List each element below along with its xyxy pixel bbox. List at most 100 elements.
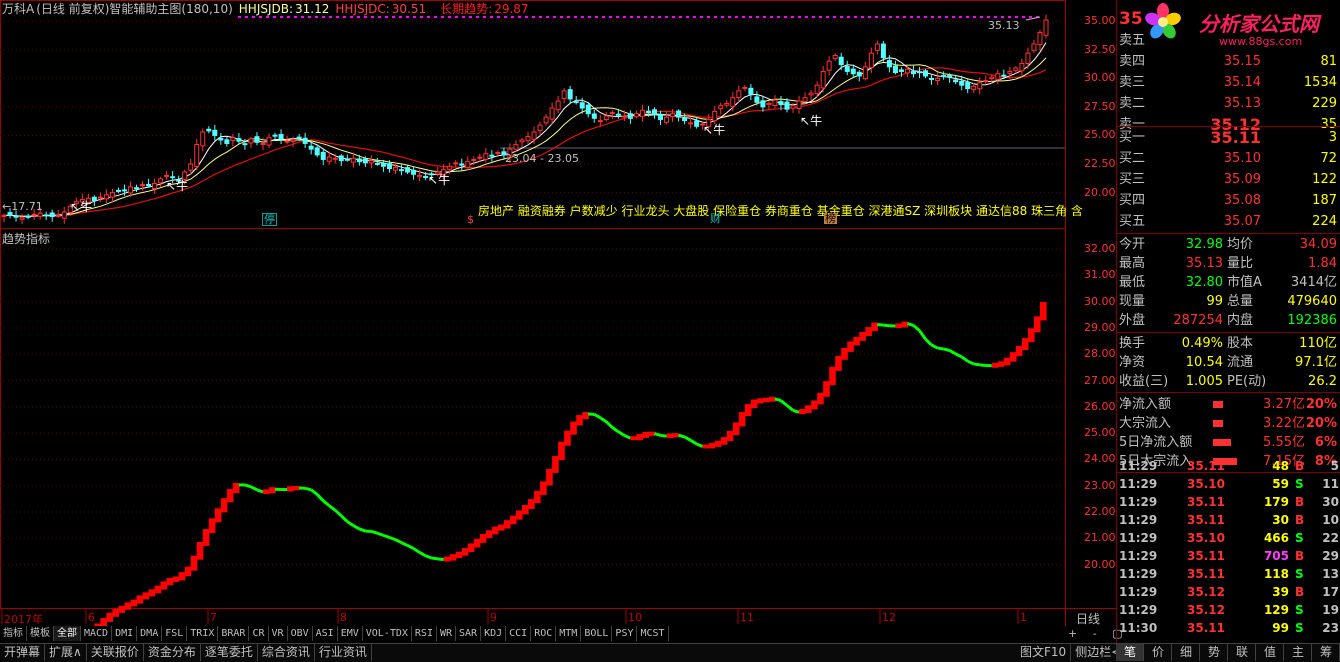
trend-segment <box>883 325 889 326</box>
bottom-button[interactable]: 综合资讯 <box>258 644 315 661</box>
nav-tab[interactable]: 筹 <box>1312 644 1340 661</box>
trend-segment <box>763 398 770 403</box>
tick-count: 13 <box>1322 565 1339 583</box>
tick-side: B <box>1295 547 1304 565</box>
dividend-marker[interactable]: $ <box>467 214 474 225</box>
tab-brar[interactable]: BRAR <box>218 626 249 641</box>
bottom-button[interactable]: 逐笔委托 <box>201 644 258 661</box>
tab-kdj[interactable]: KDJ <box>481 626 506 641</box>
bottom-button[interactable]: 开弹幕 <box>0 644 45 661</box>
candle <box>773 95 777 108</box>
candle <box>201 128 205 151</box>
candle <box>520 138 524 148</box>
tab-vr[interactable]: VR <box>269 626 288 641</box>
fund-value2: 26.2 <box>1308 372 1337 391</box>
trend-segment <box>859 332 866 341</box>
tab-dma[interactable]: DMA <box>137 626 162 641</box>
candle <box>652 107 656 119</box>
chart-area[interactable] <box>0 0 1116 626</box>
bottom-button[interactable]: 行业资讯 <box>315 644 372 661</box>
tab-模板[interactable]: 模板 <box>27 626 54 641</box>
period-label[interactable]: 日线 <box>1076 610 1100 627</box>
tick-time: 11:29 <box>1119 529 1157 547</box>
tab-emv[interactable]: EMV <box>338 626 363 641</box>
tab-asi[interactable]: ASI <box>313 626 338 641</box>
candle <box>159 177 163 187</box>
nav-tab[interactable]: 价 <box>1144 644 1172 661</box>
tick-row: 11:2935.10466S22 <box>1117 529 1340 547</box>
bid-volume: 122 <box>1312 169 1337 190</box>
candle <box>978 77 982 94</box>
trend-segment <box>576 415 583 425</box>
ask-row: 卖三35.141534 <box>1117 72 1340 93</box>
nav-tab[interactable]: 主 <box>1284 644 1312 661</box>
bottom-toolbar: 开弹幕扩展∧关联报价资金分布逐笔委托综合资讯行业资讯图文F10侧边栏<笔价细势联… <box>0 643 1340 662</box>
tab-wr[interactable]: WR <box>437 626 456 641</box>
tab-全部[interactable]: 全部 <box>54 626 81 641</box>
candle <box>845 61 849 75</box>
trend-segment <box>197 542 204 560</box>
trend-segment <box>456 552 463 558</box>
tab-boll[interactable]: BOLL <box>581 626 612 641</box>
tab-psy[interactable]: PSY <box>612 626 637 641</box>
trend-segment <box>215 508 222 522</box>
candle <box>942 71 946 79</box>
nav-tab[interactable]: 值 <box>1256 644 1284 661</box>
tab-sar[interactable]: SAR <box>456 626 481 641</box>
trend-segment <box>841 348 848 360</box>
date-label: 1 <box>1020 611 1027 624</box>
trend-segment <box>992 363 999 368</box>
trend-segment <box>944 349 950 351</box>
tab-rsi[interactable]: RSI <box>412 626 437 641</box>
ask-volume: 81 <box>1320 51 1337 72</box>
nav-tab[interactable]: 细 <box>1172 644 1200 661</box>
stat-value: 287254 <box>1169 311 1223 330</box>
tab-cr[interactable]: CR <box>249 626 268 641</box>
candle <box>640 105 644 122</box>
trend-segment <box>1022 338 1029 350</box>
current-price: 35 <box>1119 9 1143 29</box>
candle <box>219 133 223 145</box>
trend-segment <box>636 434 643 440</box>
tick-count: 11 <box>1322 475 1339 493</box>
tab-macd[interactable]: MACD <box>81 626 112 641</box>
nav-tab[interactable]: 联 <box>1228 644 1256 661</box>
candle <box>110 189 114 203</box>
nav-tab[interactable]: 势 <box>1200 644 1228 661</box>
bottom-button[interactable]: 扩展∧ <box>45 644 87 661</box>
tab-指标[interactable]: 指标 <box>0 626 27 641</box>
list-marker[interactable]: 榜 <box>824 213 837 224</box>
trend-segment <box>450 554 457 560</box>
finance-marker[interactable]: 财 <box>710 213 721 224</box>
tab-cci[interactable]: CCI <box>506 626 531 641</box>
candle <box>671 109 675 122</box>
candle <box>665 111 669 124</box>
tab-mtm[interactable]: MTM <box>556 626 581 641</box>
niu-signal: ↖牛 <box>166 177 188 194</box>
trend-segment <box>835 356 842 371</box>
tab-fsl[interactable]: FSL <box>162 626 187 641</box>
tab-obv[interactable]: OBV <box>288 626 313 641</box>
ask-price: 35.15 <box>1224 51 1261 72</box>
trend-segment <box>721 437 728 445</box>
tab-vol-tdx[interactable]: VOL-TDX <box>363 626 412 641</box>
candle <box>303 133 307 148</box>
flow-percent: 6% <box>1315 433 1337 452</box>
niu-signal: ↖牛 <box>428 171 450 188</box>
tab-roc[interactable]: ROC <box>531 626 556 641</box>
tab-dmi[interactable]: DMI <box>112 626 137 641</box>
tick-side: S <box>1295 601 1304 619</box>
candle <box>604 112 608 122</box>
bottom-button[interactable]: 资金分布 <box>144 644 201 661</box>
candle <box>863 62 867 81</box>
date-label: 9 <box>490 611 497 624</box>
nav-tab[interactable]: 笔 <box>1116 644 1144 661</box>
date-label: 7 <box>210 611 217 624</box>
trend-segment <box>600 418 606 422</box>
stop-marker[interactable]: 停 <box>262 213 277 226</box>
tab-mcst[interactable]: MCST <box>637 626 668 641</box>
bottom-right-button[interactable]: 图文F10 <box>1016 644 1071 661</box>
tab-trix[interactable]: TRIX <box>187 626 218 641</box>
trend-segment <box>871 323 878 332</box>
bottom-button[interactable]: 关联报价 <box>87 644 144 661</box>
